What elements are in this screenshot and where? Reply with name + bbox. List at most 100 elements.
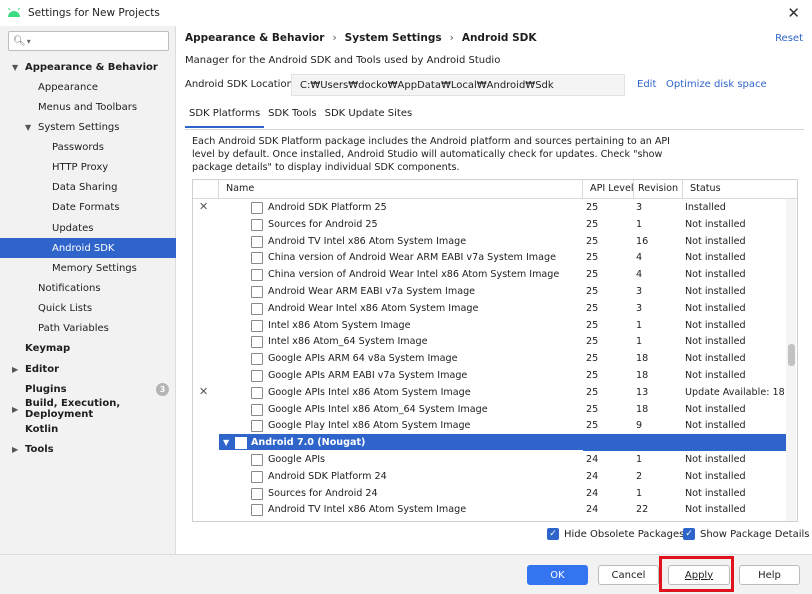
package-status: Not installed bbox=[685, 219, 746, 230]
package-api-level: 24 bbox=[586, 504, 599, 515]
group-checkbox[interactable] bbox=[235, 437, 247, 449]
sidebar-item-android-sdk[interactable]: Android SDK bbox=[0, 238, 176, 258]
reset-link[interactable]: Reset bbox=[775, 33, 803, 44]
window-title: Settings for New Projects bbox=[28, 7, 160, 19]
sidebar-item-quick-lists[interactable]: Quick Lists bbox=[0, 298, 176, 318]
package-checkbox[interactable] bbox=[251, 420, 263, 432]
table-row[interactable]: Android TV Intel x86 Atom System Image 25… bbox=[193, 233, 789, 250]
package-checkbox[interactable] bbox=[251, 454, 263, 466]
sdk-location-field[interactable]: C:₩Users₩docko₩AppData₩Local₩Android₩Sdk bbox=[291, 74, 625, 96]
table-row[interactable]: ✕ Android SDK Platform 25 25 3 Installed bbox=[193, 199, 789, 216]
table-row[interactable]: Sources for Android 25 25 1 Not installed bbox=[193, 216, 789, 233]
package-checkbox[interactable] bbox=[251, 404, 263, 416]
table-row[interactable]: ✕ Google APIs Intel x86 Atom System Image… bbox=[193, 384, 789, 401]
package-checkbox[interactable] bbox=[251, 488, 263, 500]
edit-link[interactable]: Edit bbox=[637, 79, 656, 90]
column-header-name[interactable]: Name bbox=[226, 183, 254, 194]
chevron-down-icon[interactable]: ▼ bbox=[223, 438, 229, 447]
table-row[interactable]: Sources for Android 24 24 1 Not installed bbox=[193, 485, 789, 502]
column-header-status[interactable]: Status bbox=[690, 183, 721, 194]
package-checkbox[interactable] bbox=[251, 471, 263, 483]
table-row[interactable]: Google APIs ARM EABI v7a System Image 25 1… bbox=[193, 367, 789, 384]
package-checkbox[interactable] bbox=[251, 286, 263, 298]
package-checkbox[interactable] bbox=[251, 303, 263, 315]
package-name: Google APIs ARM EABI v7a System Image bbox=[268, 370, 468, 381]
chevron-down-icon[interactable]: ▼ bbox=[12, 63, 18, 72]
table-row[interactable]: Android TV Intel x86 Atom System Image 24… bbox=[193, 501, 789, 518]
sidebar-item-tools[interactable]: ▶ Tools bbox=[0, 439, 176, 459]
close-icon[interactable]: ✕ bbox=[787, 4, 800, 22]
chevron-down-icon: ▾ bbox=[26, 36, 31, 46]
package-checkbox[interactable] bbox=[251, 336, 263, 348]
package-checkbox[interactable] bbox=[251, 504, 263, 516]
package-checkbox[interactable] bbox=[251, 320, 263, 332]
hide-obsolete-packages-checkbox[interactable]: ✓ Hide Obsolete Packages bbox=[547, 528, 684, 540]
package-status: Not installed bbox=[685, 269, 746, 280]
table-row[interactable]: China version of Android Wear ARM EABI v… bbox=[193, 249, 789, 266]
table-row[interactable]: Google APIs 24 1 Not installed bbox=[193, 451, 789, 468]
package-name: Sources for Android 25 bbox=[268, 219, 378, 230]
sdk-tabs: SDK Platforms SDK Tools SDK Update Sites bbox=[185, 106, 416, 128]
sidebar-item-http-proxy[interactable]: HTTP Proxy bbox=[0, 157, 176, 177]
sidebar-item-system-settings[interactable]: ▼ System Settings bbox=[0, 117, 176, 137]
package-api-level: 25 bbox=[586, 252, 599, 263]
sidebar-item-date-formats[interactable]: Date Formats bbox=[0, 197, 176, 217]
sidebar-item-build-execution-deployment[interactable]: ▶ Build, Execution, Deployment bbox=[0, 398, 176, 420]
table-row[interactable]: Google Play Intel x86 Atom System Image 2… bbox=[193, 417, 789, 434]
sidebar-item-path-variables[interactable]: Path Variables bbox=[0, 318, 176, 338]
breadcrumb-separator: › bbox=[449, 32, 454, 44]
package-status: Update Available: 18 bbox=[685, 387, 785, 398]
column-header-revision[interactable]: Revision bbox=[638, 183, 678, 194]
package-checkbox[interactable] bbox=[251, 370, 263, 382]
sidebar-item-kotlin[interactable]: Kotlin bbox=[0, 419, 176, 439]
sidebar-item-editor[interactable]: ▶ Editor bbox=[0, 359, 176, 379]
sidebar-item-appearance-behavior[interactable]: ▼ Appearance & Behavior bbox=[0, 57, 176, 77]
optimize-disk-space-link[interactable]: Optimize disk space bbox=[666, 79, 767, 90]
sidebar-item-notifications[interactable]: Notifications bbox=[0, 278, 176, 298]
tab-sdk-update-sites[interactable]: SDK Update Sites bbox=[321, 106, 417, 128]
table-row[interactable]: Intel x86 Atom System Image 25 1 Not instal… bbox=[193, 317, 789, 334]
column-header-api-level[interactable]: API Level bbox=[590, 183, 634, 194]
ok-button[interactable]: OK bbox=[527, 565, 588, 585]
sidebar-item-keymap[interactable]: Keymap bbox=[0, 338, 176, 358]
package-checkbox[interactable] bbox=[251, 269, 263, 281]
table-row[interactable]: Google APIs ARM 64 v8a System Image 25 18 N… bbox=[193, 350, 789, 367]
sdk-location-value: C:₩Users₩docko₩AppData₩Local₩Android₩Sdk bbox=[300, 79, 554, 91]
package-checkbox[interactable] bbox=[251, 219, 263, 231]
package-group-row[interactable]: ▼ Android 7.0 (Nougat) bbox=[219, 434, 789, 451]
package-api-level: 25 bbox=[586, 286, 599, 297]
sidebar-item-data-sharing[interactable]: Data Sharing bbox=[0, 177, 176, 197]
table-row[interactable]: Intel x86 Atom_64 System Image 25 1 Not ins… bbox=[193, 333, 789, 350]
table-row[interactable]: Android SDK Platform 24 24 2 Not installed bbox=[193, 468, 789, 485]
chevron-down-icon[interactable]: ▼ bbox=[25, 123, 31, 132]
sidebar-item-plugins[interactable]: Plugins 3 bbox=[0, 379, 176, 399]
installed-marker-icon: ✕ bbox=[199, 385, 209, 398]
sidebar-item-menus-toolbars[interactable]: Menus and Toolbars bbox=[0, 97, 176, 117]
chevron-right-icon[interactable]: ▶ bbox=[12, 405, 18, 414]
table-row[interactable]: China version of Android Wear Intel x86 … bbox=[193, 266, 789, 283]
scrollbar-thumb[interactable] bbox=[788, 344, 795, 366]
package-checkbox[interactable] bbox=[251, 202, 263, 214]
tab-sdk-platforms[interactable]: SDK Platforms bbox=[185, 106, 265, 128]
package-name: Google APIs ARM 64 v8a System Image bbox=[268, 353, 458, 364]
help-button[interactable]: Help bbox=[739, 565, 800, 585]
chevron-right-icon[interactable]: ▶ bbox=[12, 365, 18, 374]
package-status: Not installed bbox=[685, 353, 746, 364]
package-name: Intel x86 Atom System Image bbox=[268, 320, 411, 331]
show-package-details-checkbox[interactable]: ✓ Show Package Details bbox=[683, 528, 809, 540]
package-checkbox[interactable] bbox=[251, 252, 263, 264]
package-checkbox[interactable] bbox=[251, 353, 263, 365]
sidebar-item-memory-settings[interactable]: Memory Settings bbox=[0, 258, 176, 278]
table-row[interactable]: Android Wear Intel x86 Atom System Image… bbox=[193, 300, 789, 317]
chevron-right-icon[interactable]: ▶ bbox=[12, 445, 18, 454]
package-checkbox[interactable] bbox=[251, 236, 263, 248]
package-checkbox[interactable] bbox=[251, 387, 263, 399]
sidebar-item-updates[interactable]: Updates bbox=[0, 218, 176, 238]
table-row[interactable]: Android Wear ARM EABI v7a System Image 25… bbox=[193, 283, 789, 300]
sidebar-item-passwords[interactable]: Passwords bbox=[0, 137, 176, 157]
cancel-button[interactable]: Cancel bbox=[598, 565, 659, 585]
search-input[interactable]: 🔍︎ ▾ bbox=[8, 31, 169, 51]
tab-sdk-tools[interactable]: SDK Tools bbox=[264, 106, 320, 128]
table-row[interactable]: Google APIs Intel x86 Atom_64 System Ima… bbox=[193, 401, 789, 418]
sidebar-item-appearance[interactable]: Appearance bbox=[0, 77, 176, 97]
